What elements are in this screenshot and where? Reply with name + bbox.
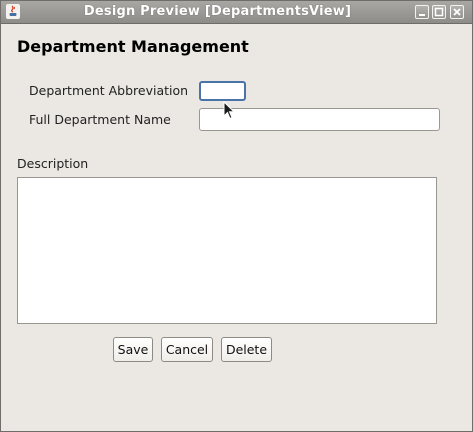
description-textarea[interactable] (17, 177, 437, 324)
mouse-pointer-icon (223, 100, 236, 124)
description-label: Description (17, 156, 89, 171)
delete-button[interactable]: Delete (221, 337, 272, 362)
cancel-button[interactable]: Cancel (161, 337, 213, 362)
title-bar[interactable]: Design Preview [DepartmentsView] (1, 1, 472, 24)
close-icon[interactable] (450, 5, 464, 19)
save-button[interactable]: Save (113, 337, 153, 362)
page-title: Department Management (17, 37, 249, 56)
maximize-icon[interactable] (432, 5, 446, 19)
minimize-icon[interactable] (415, 5, 429, 19)
abbreviation-label: Department Abbreviation (29, 83, 189, 98)
app-window: Design Preview [DepartmentsView] Departm… (0, 0, 473, 432)
window-title: Design Preview [DepartmentsView] (83, 4, 352, 19)
abbreviation-input[interactable] (199, 81, 246, 101)
full-name-label: Full Department Name (29, 112, 171, 127)
full-name-input[interactable] (199, 108, 440, 131)
